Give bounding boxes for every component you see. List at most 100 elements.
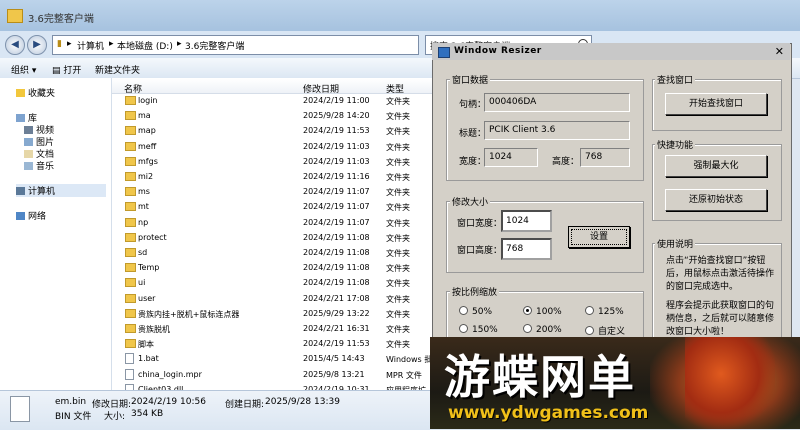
nav-computer[interactable]: 计算机: [16, 184, 106, 197]
list-item[interactable]: ms 2024/2/19 11:07 文件夹: [112, 184, 442, 199]
list-item[interactable]: 贵族内挂+脱机+鼠标连点器 2025/9/29 13:22 文件夹: [112, 306, 442, 321]
item-name: mt: [138, 202, 149, 212]
height-label: 高度：: [552, 157, 580, 167]
item-name: np: [138, 217, 149, 227]
set-button[interactable]: 设置: [568, 226, 630, 248]
modify-height-label: 窗口高度：: [457, 246, 503, 256]
list-item[interactable]: np 2024/2/19 11:07 文件夹: [112, 215, 442, 230]
resizer-title-bar: Window Resizer ✕: [432, 43, 790, 60]
list-item[interactable]: user 2024/2/21 17:08 文件夹: [112, 291, 442, 306]
radio-icon: [523, 324, 532, 333]
breadcrumb-item-folder[interactable]: 3.6完整客户端: [185, 39, 244, 52]
item-name: map: [138, 126, 156, 136]
list-item[interactable]: mfgs 2024/2/19 11:03 文件夹: [112, 154, 442, 169]
item-type: 文件夹: [386, 294, 410, 304]
item-date: 2024/2/19 11:03: [303, 141, 370, 151]
radio-icon: [459, 306, 468, 315]
navigation-pane: [0, 78, 112, 390]
width-input[interactable]: 1024: [501, 210, 552, 232]
breadcrumb-item-drive[interactable]: 本地磁盘 (D:): [117, 39, 173, 52]
list-item[interactable]: 脚本 2024/2/19 11:53 文件夹: [112, 336, 442, 351]
scale-option-50[interactable]: 50%: [459, 306, 492, 317]
open-button[interactable]: ▤ 打开: [52, 63, 81, 76]
details-created: 2025/9/28 13:39: [265, 397, 340, 407]
item-type: 文件夹: [386, 340, 410, 350]
item-date: 2024/2/19 11:07: [303, 217, 370, 227]
scale-option-100[interactable]: 100%: [523, 306, 562, 317]
item-name: 贵族内挂+脱机+鼠标连点器: [138, 309, 240, 319]
list-item[interactable]: map 2024/2/19 11:53 文件夹: [112, 123, 442, 138]
details-created-label: 创建日期:: [225, 400, 265, 410]
nav-music[interactable]: 音乐: [24, 159, 54, 172]
details-size: 354 KB: [131, 409, 164, 419]
picture-icon: [24, 138, 33, 146]
scale-option-200[interactable]: 200%: [523, 324, 562, 335]
star-icon: [16, 89, 25, 97]
breadcrumb-separator: ▸: [109, 39, 114, 49]
nav-network[interactable]: 网络: [16, 209, 46, 222]
item-type: MPR 文件: [386, 370, 422, 380]
item-date: 2024/2/19 11:00: [303, 96, 370, 105]
list-item[interactable]: mt 2024/2/19 11:07 文件夹: [112, 199, 442, 214]
item-type: 文件夹: [386, 249, 410, 258]
organize-button[interactable]: 组织 ▾: [11, 63, 36, 76]
folder-icon: [125, 324, 136, 333]
scale-option-125[interactable]: 125%: [585, 306, 624, 317]
nav-favorites[interactable]: 收藏夹: [16, 86, 55, 99]
list-item[interactable]: sd 2024/2/19 11:08 文件夹: [112, 245, 442, 260]
folder-icon: [125, 232, 136, 242]
height-input[interactable]: 768: [501, 238, 552, 260]
network-icon: [16, 212, 25, 220]
item-date: 2024/2/19 11:16: [303, 172, 370, 181]
watermark-banner: 游蝶网单 www.ydwgames.com: [430, 337, 800, 429]
list-item[interactable]: ma 2025/9/28 14:20 文件夹: [112, 108, 442, 123]
item-type: 文件夹: [386, 127, 410, 137]
scale-option-custom[interactable]: 自定义: [585, 324, 625, 337]
item-name: ma: [138, 111, 151, 121]
find-window-button[interactable]: 开始查找窗口: [665, 93, 767, 115]
list-item[interactable]: login 2024/2/19 11:00 文件夹: [112, 93, 442, 108]
close-icon[interactable]: ✕: [775, 45, 784, 58]
scale-option-150[interactable]: 150%: [459, 324, 498, 335]
folder-icon: [125, 111, 136, 121]
file-icon: [125, 368, 134, 380]
restore-initial-button[interactable]: 还原初始状态: [665, 189, 767, 211]
item-date: 2024/2/19 11:08: [303, 278, 370, 288]
back-button[interactable]: ◀: [5, 35, 25, 55]
force-maximize-button[interactable]: 强制最大化: [665, 155, 767, 177]
item-type: Windows 批: [386, 355, 433, 365]
item-date: 2024/2/19 11:53: [303, 339, 370, 349]
folder-icon: [125, 293, 136, 303]
height-value: 768: [580, 148, 630, 167]
list-item[interactable]: protect 2024/2/19 11:08 文件夹: [112, 230, 442, 245]
file-icon: [10, 396, 30, 422]
list-item[interactable]: ui 2024/2/19 11:08 文件夹: [112, 275, 442, 290]
forward-button[interactable]: ▶: [27, 35, 47, 55]
address-bar[interactable]: ▮ ▸ 计算机 ▸ 本地磁盘 (D:) ▸ 3.6完整客户端: [52, 35, 419, 55]
app-icon: [438, 47, 450, 58]
list-item[interactable]: china_login.mpr 2025/9/8 13:21 MPR 文件: [112, 367, 442, 382]
new-folder-button[interactable]: 新建文件夹: [95, 63, 140, 76]
item-date: 2024/2/21 17:08: [303, 293, 370, 303]
item-date: 2024/2/19 11:07: [303, 202, 370, 212]
item-date: 2024/2/19 11:07: [303, 187, 370, 197]
item-type: 文件夹: [386, 218, 410, 228]
list-item[interactable]: Temp 2024/2/19 11:08 文件夹: [112, 260, 442, 275]
folder-icon: [125, 141, 136, 151]
title-label: 标题：: [459, 129, 487, 139]
folder-icon: [125, 156, 136, 166]
folder-icon: [125, 278, 136, 288]
item-name: 1.bat: [138, 354, 159, 364]
radio-selected-icon: [523, 306, 532, 315]
list-item[interactable]: meff 2024/2/19 11:03 文件夹: [112, 139, 442, 154]
item-date: 2024/2/19 11:53: [303, 126, 370, 136]
item-date: 2025/9/28 14:20: [303, 111, 370, 121]
list-item[interactable]: 1.bat 2015/4/5 14:43 Windows 批: [112, 351, 442, 366]
video-icon: [24, 126, 33, 134]
breadcrumb-item-computer[interactable]: 计算机: [77, 39, 104, 52]
item-type: 文件夹: [386, 233, 410, 243]
folder-icon: [125, 308, 136, 318]
list-item[interactable]: mi2 2024/2/19 11:16 文件夹: [112, 169, 442, 184]
list-item[interactable]: 贵族脱机 2024/2/21 16:31 文件夹: [112, 321, 442, 336]
item-name: meff: [138, 141, 157, 151]
